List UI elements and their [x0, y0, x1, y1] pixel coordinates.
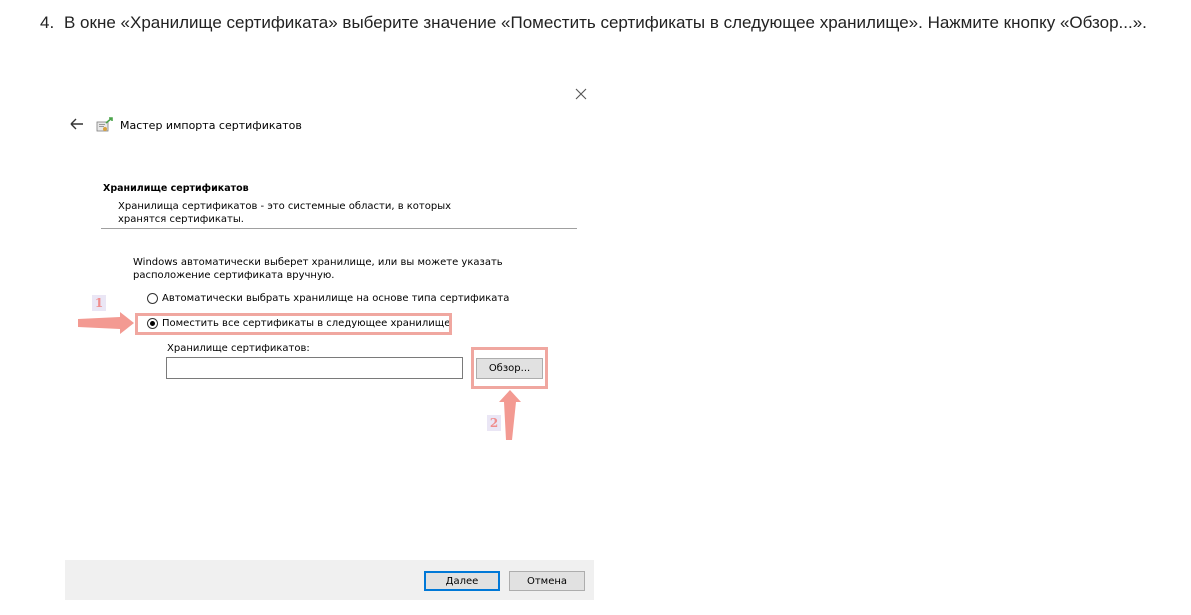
arrow-2: [499, 390, 521, 440]
annotation-badge-1: 1: [92, 295, 106, 311]
annotation-arrows: [78, 312, 521, 440]
arrow-1: [78, 312, 134, 334]
annotation-badge-2: 2: [487, 415, 501, 431]
